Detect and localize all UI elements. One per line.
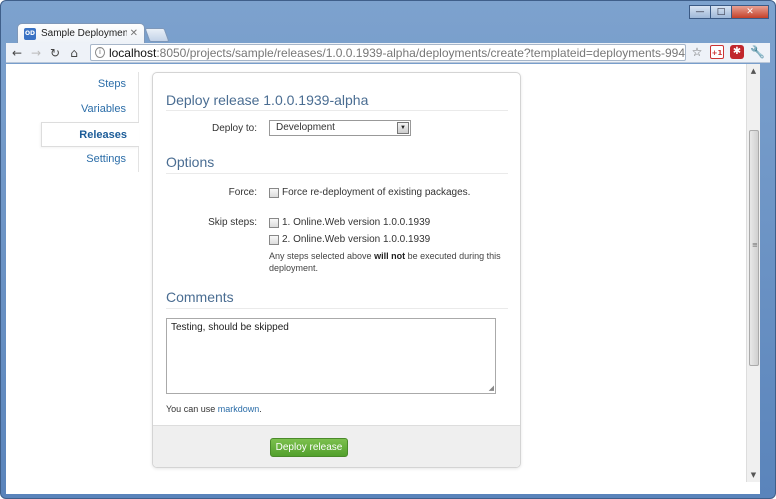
tab-title: Sample Deployments - Octo xyxy=(41,28,127,39)
deploy-release-button[interactable]: Deploy release xyxy=(270,438,348,457)
note-text: Any steps selected above xyxy=(269,251,375,261)
url-path: :8050/projects/sample/releases/1.0.0.193… xyxy=(156,45,685,60)
browser-window: — □ ✕ OD Sample Deployments - Octo ✕ ← →… xyxy=(0,0,776,499)
url-host: localhost xyxy=(108,45,157,60)
force-checkbox-label[interactable]: Force re-deployment of existing packages… xyxy=(282,187,470,198)
browser-tab[interactable]: OD Sample Deployments - Octo ✕ xyxy=(17,23,145,43)
page-info-icon[interactable]: i xyxy=(95,47,105,58)
back-arrow-icon[interactable]: ← xyxy=(9,46,25,60)
skip-step-1-label[interactable]: 1. Online.Web version 1.0.0.1939 xyxy=(282,217,430,228)
sidebar-item-steps[interactable]: Steps xyxy=(42,72,139,97)
new-tab-button[interactable] xyxy=(144,28,170,42)
help-text: You can use xyxy=(166,404,218,414)
skip-step-2-label[interactable]: 2. Online.Web version 1.0.0.1939 xyxy=(282,234,430,245)
google-plus-one-icon[interactable]: +1 xyxy=(710,45,724,59)
grip-icon: ≡ xyxy=(752,241,758,249)
window-controls: — □ ✕ xyxy=(689,5,769,19)
toolbar-actions: ☆ +1 ✱ 🔧 xyxy=(690,45,765,59)
deploy-release-panel: Deploy release 1.0.0.1939-alpha Deploy t… xyxy=(152,72,521,468)
force-option: Force re-deployment of existing packages… xyxy=(269,187,470,198)
form-footer: Deploy release xyxy=(153,425,520,467)
environment-select-value: Development xyxy=(276,122,335,133)
skip-step-option: 1. Online.Web version 1.0.0.1939 xyxy=(269,217,430,228)
forward-arrow-icon[interactable]: → xyxy=(28,46,44,60)
project-sidebar: Steps Variables Releases Settings xyxy=(41,72,139,172)
resize-grip-icon[interactable]: ◢ xyxy=(489,384,494,392)
bookmark-star-icon[interactable]: ☆ xyxy=(690,45,704,59)
url-text: localhost:8050/projects/sample/releases/… xyxy=(109,46,685,60)
divider xyxy=(166,110,508,111)
chevron-down-icon[interactable]: ▼ xyxy=(397,122,409,134)
skip-step-1-checkbox[interactable] xyxy=(269,217,279,228)
options-heading: Options xyxy=(166,154,215,170)
close-window-button[interactable]: ✕ xyxy=(731,5,769,19)
divider xyxy=(166,308,508,309)
maximize-button[interactable]: □ xyxy=(710,5,732,19)
page-viewport: Steps Variables Releases Settings Deploy… xyxy=(6,64,760,494)
octopus-favicon-icon: OD xyxy=(24,27,36,40)
environment-select[interactable]: Development ▼ xyxy=(269,120,411,136)
comments-value: Testing, should be skipped xyxy=(171,322,289,333)
deploy-to-label: Deploy to: xyxy=(211,123,257,134)
extension-icon[interactable]: ✱ xyxy=(730,45,744,59)
markdown-link[interactable]: markdown xyxy=(218,404,260,414)
comments-textarea[interactable]: Testing, should be skipped ◢ xyxy=(166,318,496,394)
note-emphasis: will not xyxy=(374,251,406,261)
scroll-down-icon[interactable]: ▼ xyxy=(747,468,760,482)
markdown-help: You can use markdown. xyxy=(166,404,262,414)
home-icon[interactable]: ⌂ xyxy=(66,46,82,60)
reload-icon[interactable]: ↻ xyxy=(47,46,63,60)
minimize-button[interactable]: — xyxy=(689,5,711,19)
skip-step-2-checkbox[interactable] xyxy=(269,234,279,245)
sidebar-item-releases[interactable]: Releases xyxy=(41,122,139,147)
force-checkbox[interactable] xyxy=(269,187,279,198)
wrench-menu-icon[interactable]: 🔧 xyxy=(750,45,765,59)
sidebar-item-variables[interactable]: Variables xyxy=(42,97,139,122)
vertical-scrollbar[interactable]: ▲ ≡ ▼ xyxy=(746,64,760,482)
comments-heading: Comments xyxy=(166,289,234,305)
skip-steps-label: Skip steps: xyxy=(208,217,257,228)
tab-close-icon[interactable]: ✕ xyxy=(130,28,138,39)
divider xyxy=(166,173,508,174)
force-label: Force: xyxy=(228,187,257,198)
help-text: . xyxy=(259,404,262,414)
address-bar[interactable]: i localhost:8050/projects/sample/release… xyxy=(90,44,686,61)
skip-step-option: 2. Online.Web version 1.0.0.1939 xyxy=(269,234,430,245)
browser-toolbar: ← → ↻ ⌂ i localhost:8050/projects/sample… xyxy=(6,43,770,63)
skip-steps-note: Any steps selected above will not be exe… xyxy=(269,250,509,274)
sidebar-item-settings[interactable]: Settings xyxy=(42,147,139,172)
page-title: Deploy release 1.0.0.1939-alpha xyxy=(166,92,369,108)
scrollbar-thumb[interactable]: ≡ xyxy=(749,130,759,366)
scroll-up-icon[interactable]: ▲ xyxy=(747,64,760,78)
